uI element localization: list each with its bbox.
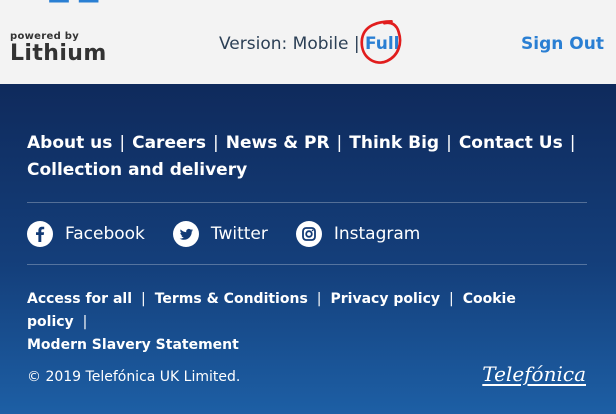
twitter-link[interactable]: Twitter — [172, 221, 268, 247]
facebook-link[interactable]: Facebook — [27, 221, 145, 247]
twitter-label: Twitter — [210, 224, 268, 244]
facebook-label: Facebook — [65, 224, 145, 244]
facebook-icon — [27, 221, 53, 247]
cropped-header-text: — — — [48, 0, 100, 13]
twitter-icon — [172, 221, 199, 247]
legal-access-for-all[interactable]: Access for all — [27, 291, 132, 307]
legal-privacy[interactable]: Privacy policy — [331, 291, 441, 307]
version-mobile-link[interactable]: Mobile — [293, 34, 349, 54]
nav-about-us[interactable]: About us — [27, 133, 112, 153]
version-separator: | — [353, 34, 360, 54]
divider — [27, 264, 587, 265]
instagram-link[interactable]: Instagram — [295, 221, 421, 247]
version-switcher: Version: Mobile | Full — [219, 20, 402, 64]
nav-careers[interactable]: Careers — [132, 133, 206, 153]
nav-separator: | — [336, 133, 343, 153]
divider — [27, 202, 587, 203]
sign-out-link[interactable]: Sign Out — [521, 34, 604, 54]
legal-separator: | — [82, 314, 88, 330]
nav-collection-delivery[interactable]: Collection and delivery — [27, 160, 247, 180]
nav-news-pr[interactable]: News & PR — [226, 133, 330, 153]
legal-terms[interactable]: Terms & Conditions — [155, 291, 308, 307]
legal-modern-slavery[interactable]: Modern Slavery Statement — [27, 337, 239, 353]
legal-separator: | — [449, 291, 454, 307]
nav-separator: | — [446, 133, 452, 153]
nav-separator: | — [569, 133, 576, 153]
nav-separator: | — [119, 133, 126, 153]
legal-links: Access for all | Terms & Conditions | Privac… — [27, 288, 587, 357]
version-full-wrapper: Full — [360, 20, 402, 64]
legal-separator: | — [316, 291, 322, 307]
lithium-logo: powered by Lithium — [10, 32, 107, 66]
instagram-label: Instagram — [333, 224, 421, 244]
copyright-text: © 2019 Telefónica UK Limited. — [27, 369, 241, 385]
version-full-link[interactable]: Full — [365, 34, 400, 54]
nav-separator: | — [213, 133, 219, 153]
legal-separator: | — [141, 291, 146, 307]
top-bar: — — powered by Lithium Version: Mobile |… — [0, 0, 616, 84]
nav-contact-us[interactable]: Contact Us — [459, 133, 563, 153]
site-footer: About us | Careers | News & PR | Think Big | Con… — [0, 84, 616, 414]
footer-nav: About us | Careers | News & PR | Think Big | Con… — [27, 130, 587, 184]
lithium-wordmark: Lithium — [10, 41, 107, 66]
instagram-icon — [295, 221, 322, 247]
version-label: Version: — [219, 34, 288, 54]
telefonica-logo: Telefónica — [482, 362, 586, 386]
nav-think-big[interactable]: Think Big — [349, 133, 439, 153]
social-links: Facebook Twitter Instagram — [27, 219, 420, 249]
